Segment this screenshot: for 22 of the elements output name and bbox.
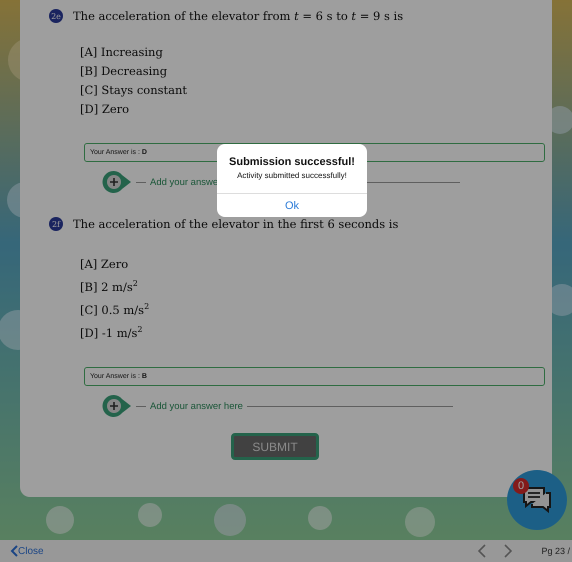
answer-option[interactable]: [D] Zero (80, 100, 130, 119)
question-text: The acceleration of the elevator in the first 6 seconds is (73, 217, 398, 231)
answer-option[interactable]: [A] Increasing (80, 43, 163, 62)
question-text: The acceleration of the elevator from t = 6 s to t = 9 s is (73, 9, 404, 23)
previous-icon[interactable] (477, 544, 488, 558)
answer-option[interactable]: [B] 2 m/s$^{2}$ (80, 276, 138, 299)
alert-title: Submission successful! (229, 156, 355, 168)
page-number: Pg 23 / (541, 546, 570, 556)
ok-button[interactable]: Ok (217, 193, 367, 217)
answer-option[interactable]: [B] Decreasing (80, 62, 168, 81)
alert-message: Activity submitted successfully! (237, 171, 347, 180)
add-icon[interactable] (102, 394, 132, 418)
answer-option[interactable]: [C] Stays constant (80, 81, 188, 100)
question-badge: 2f (49, 217, 63, 231)
answer-option[interactable]: [C] 0.5 m/s$^{2}$ (80, 299, 150, 322)
chat-icon (522, 486, 552, 514)
back-icon (10, 545, 18, 557)
answer-option[interactable]: [A] Zero (80, 253, 128, 276)
answer-option[interactable]: [D] -1 m/s$^{2}$ (80, 322, 142, 345)
next-icon[interactable] (503, 544, 514, 558)
add-icon[interactable] (102, 170, 132, 194)
question-badge: 2e (49, 9, 63, 23)
